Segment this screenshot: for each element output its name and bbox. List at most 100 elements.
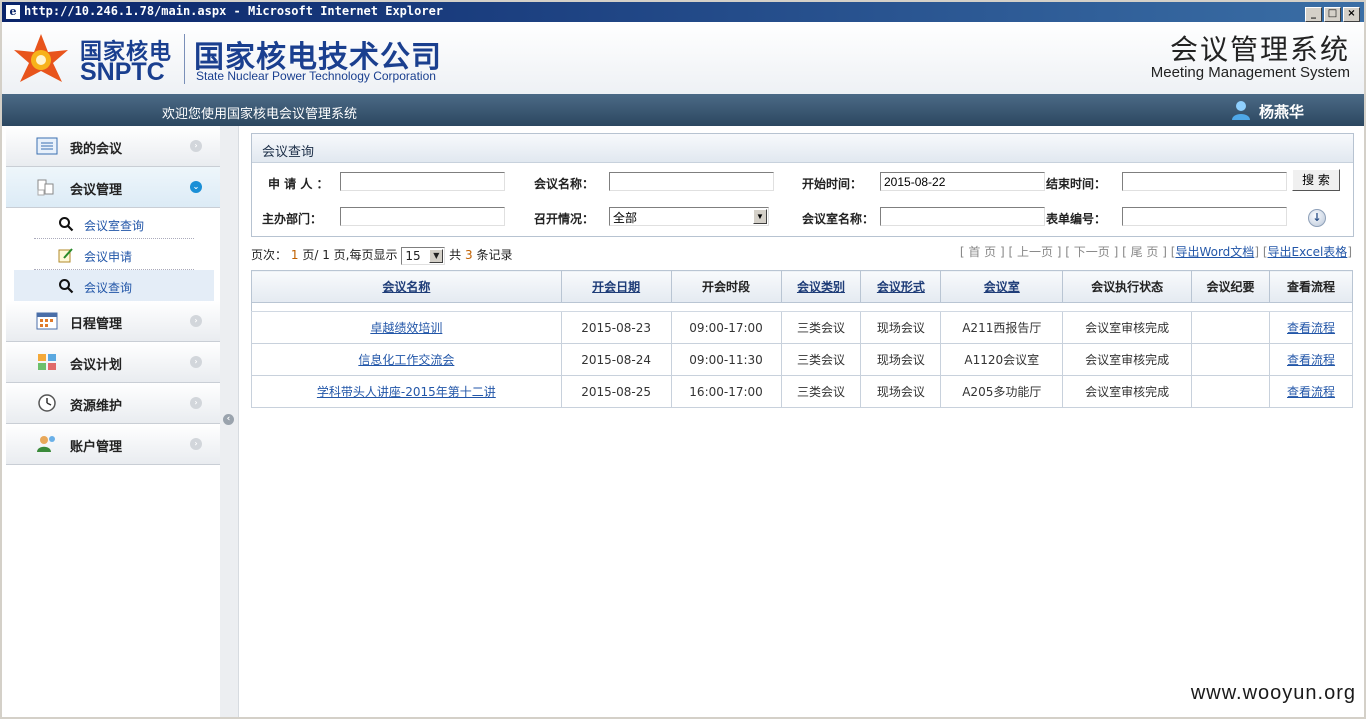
minimize-button[interactable]: _ — [1305, 7, 1322, 22]
sidebar-subitem-label: 会议查询 — [84, 281, 133, 295]
applicant-input[interactable] — [340, 172, 505, 191]
sidebar-item-account[interactable]: 账户管理 › — [6, 424, 220, 465]
maximize-button[interactable]: □ — [1324, 7, 1341, 22]
dept-input[interactable] — [340, 207, 505, 226]
collapse-sidebar-icon[interactable]: ‹ — [223, 414, 234, 425]
sidebar-item-label: 资源维护 — [70, 399, 123, 414]
sidebar-splitter: ‹ — [220, 126, 239, 717]
edit-icon — [58, 248, 73, 263]
cell-date: 2015-08-23 — [560, 311, 672, 344]
browser-window: e http://10.246.1.78/main.aspx - Microso… — [0, 0, 1366, 719]
total-records: 3 — [464, 248, 473, 262]
cell-flow: 查看流程 — [1269, 311, 1353, 344]
sidebar-subitem-meeting-query[interactable]: 会议查询 — [14, 270, 214, 301]
users-icon — [37, 436, 55, 452]
meeting-name-link[interactable]: 学科带头人讲座-2015年第十二讲 — [317, 385, 496, 399]
current-page: 1 — [290, 248, 299, 262]
total-pages: 1 — [322, 248, 330, 262]
cell-meeting-name: 学科带头人讲座-2015年第十二讲 — [251, 375, 562, 408]
chevron-down-icon: ⌄ — [190, 181, 202, 193]
last-page-link[interactable]: [ 尾 页 ] — [1122, 245, 1167, 259]
list-icon — [36, 137, 58, 155]
per-page-select[interactable]: 15 ▼ — [401, 246, 446, 265]
dropdown-arrow-icon[interactable]: ▼ — [429, 248, 444, 263]
window-titlebar: e http://10.246.1.78/main.aspx - Microso… — [2, 2, 1364, 22]
sidebar-item-my-meetings[interactable]: 我的会议 › — [6, 126, 220, 167]
cell-status: 会议室审核完成 — [1062, 311, 1193, 344]
sidebar-item-schedule[interactable]: 日程管理 › — [6, 301, 220, 342]
first-page-link[interactable]: [ 首 页 ] — [960, 245, 1005, 259]
chevron-right-icon: › — [190, 397, 202, 409]
sidebar-subitem-label: 会议申请 — [84, 250, 133, 264]
user-icon — [1232, 101, 1250, 120]
sidebar-item-meeting-management[interactable]: 会议管理 ⌄ — [6, 167, 220, 208]
search-button[interactable]: 搜 索 — [1292, 169, 1340, 191]
dept-label: 主办部门： — [262, 212, 323, 226]
col-header-meeting-name[interactable]: 会议名称 — [251, 270, 562, 303]
status-select[interactable]: 全部 ▼ — [609, 207, 769, 226]
per-page-label: 页,每页显示 — [333, 248, 398, 262]
company-name-en: State Nuclear Power Technology Corporati… — [196, 69, 436, 83]
expand-down-icon[interactable]: ↓ — [1308, 209, 1326, 227]
dropdown-arrow-icon[interactable]: ▼ — [753, 209, 767, 224]
col-header-form[interactable]: 会议形式 — [860, 270, 942, 303]
cell-flow: 查看流程 — [1269, 343, 1353, 376]
cell-form: 现场会议 — [860, 343, 942, 376]
watermark-text: www.wooyun.org — [1190, 682, 1356, 704]
chevron-right-icon: › — [190, 140, 202, 152]
chevron-right-icon: › — [190, 315, 202, 327]
close-button[interactable]: × — [1343, 7, 1360, 22]
cell-date: 2015-08-25 — [560, 375, 672, 408]
table-spacer-row — [251, 302, 1353, 312]
calendar-icon — [36, 312, 58, 330]
cell-minutes — [1191, 375, 1271, 408]
query-panel-title: 会议查询 — [262, 145, 315, 160]
prev-page-link[interactable]: [ 上一页 ] — [1008, 245, 1061, 259]
spacer-cell — [251, 302, 1353, 312]
view-flow-link[interactable]: 查看流程 — [1287, 321, 1335, 335]
sidebar-subitem-room-query[interactable]: 会议室查询 — [6, 208, 220, 239]
view-flow-link[interactable]: 查看流程 — [1287, 385, 1335, 399]
grid-icon — [38, 354, 56, 370]
cell-category: 三类会议 — [780, 343, 862, 376]
end-time-input[interactable] — [1122, 172, 1287, 191]
search-icon — [59, 279, 74, 294]
col-header-status: 会议执行状态 — [1062, 270, 1193, 303]
query-panel: 会议查询 申 请 人 ： 会议名称： 开始时间： 结束时间： 搜 索 主办部门：… — [251, 133, 1354, 237]
table-row: 卓越绩效培训 2015-08-23 09:00-17:00 三类会议 现场会议 … — [251, 311, 1353, 344]
status-label: 召开情况： — [534, 212, 595, 226]
next-page-link[interactable]: [ 下一页 ] — [1065, 245, 1118, 259]
meeting-name-input[interactable] — [609, 172, 774, 191]
pager-bar: 页次： 1 页/ 1 页,每页显示 15 ▼ 共 3 条记录 [ 首 页 ] [ … — [251, 245, 1352, 265]
view-flow-link[interactable]: 查看流程 — [1287, 353, 1335, 367]
export-excel-link[interactable]: 导出Excel表格 — [1268, 245, 1348, 259]
snptc-logo-icon — [14, 34, 68, 82]
search-icon — [59, 217, 74, 232]
col-header-room[interactable]: 会议室 — [940, 270, 1064, 303]
sidebar-item-meeting-plan[interactable]: 会议计划 › — [6, 342, 220, 383]
sidebar-subitem-label: 会议室查询 — [84, 219, 145, 233]
meeting-table: 会议名称 开会日期 开会时段 会议类别 会议形式 会议室 会议执行状态 会议纪要… — [251, 270, 1353, 408]
form-number-input[interactable] — [1122, 207, 1287, 226]
cell-status: 会议室审核完成 — [1062, 343, 1193, 376]
export-word-link[interactable]: 导出Word文档 — [1175, 245, 1254, 259]
col-header-date[interactable]: 开会日期 — [560, 270, 672, 303]
site-header: 国家核电 SNPTC 国家核电技术公司 State Nuclear Power … — [2, 22, 1364, 94]
start-time-label: 开始时间： — [802, 177, 863, 191]
cell-room: A211西报告厅 — [940, 311, 1064, 344]
meeting-name-link[interactable]: 信息化工作交流会 — [358, 353, 454, 367]
col-header-category[interactable]: 会议类别 — [780, 270, 862, 303]
system-title-cn: 会议管理系统 — [1169, 33, 1350, 66]
bracket-close: ] — [1347, 245, 1352, 259]
meeting-name-link[interactable]: 卓越绩效培训 — [370, 321, 442, 335]
current-user-name[interactable]: 杨燕华 — [1259, 101, 1304, 122]
form-number-label: 表单编号： — [1046, 212, 1107, 226]
cell-time: 16:00-17:00 — [670, 375, 782, 408]
start-time-input[interactable] — [880, 172, 1045, 191]
sidebar-subitem-meeting-apply[interactable]: 会议申请 — [6, 239, 220, 270]
table-header-row: 会议名称 开会日期 开会时段 会议类别 会议形式 会议室 会议执行状态 会议纪要… — [251, 270, 1353, 303]
page-label: 页次： — [251, 248, 288, 262]
room-name-input[interactable] — [880, 207, 1045, 226]
sidebar-item-resource[interactable]: 资源维护 › — [6, 383, 220, 424]
sidebar-item-label: 会议计划 — [70, 358, 123, 373]
